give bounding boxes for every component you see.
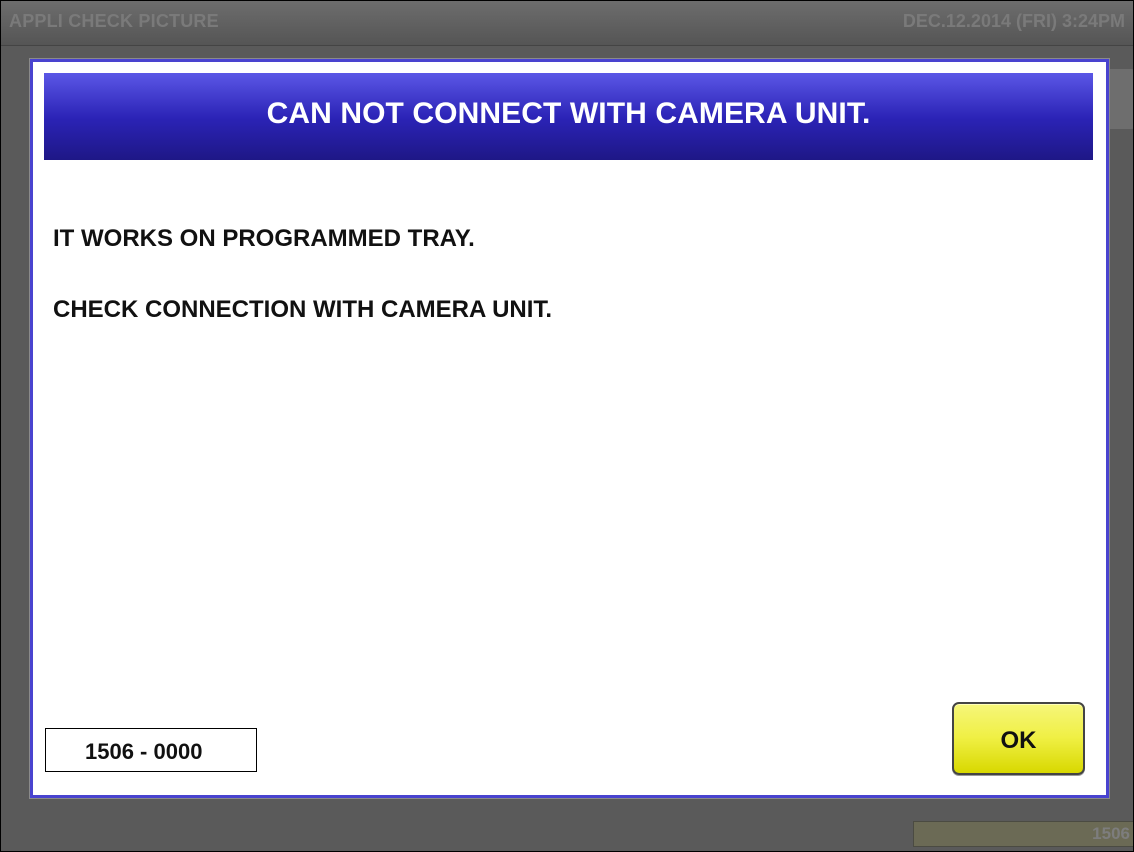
ok-button-label: OK — [1000, 727, 1037, 754]
error-code-box: 1506 - 0000 — [45, 728, 257, 772]
date-time: DEC.12.2014 (FRI) 3:24PM — [902, 11, 1125, 31]
error-code: 1506 - 0000 — [85, 739, 203, 764]
camera-error-dialog: CAN NOT CONNECT WITH CAMERA UNIT. IT WOR… — [30, 59, 1109, 798]
app-title: APPLI CHECK PICTURE — [9, 11, 219, 31]
background-status-box: 1506 — [913, 821, 1133, 847]
dialog-message-line: IT WORKS ON PROGRAMMED TRAY. — [53, 225, 475, 252]
application-screen: APPLI CHECK PICTURE DEC.12.2014 (FRI) 3:… — [0, 0, 1134, 852]
dialog-header: CAN NOT CONNECT WITH CAMERA UNIT. — [44, 73, 1093, 160]
ok-button[interactable]: OK — [952, 702, 1085, 775]
dialog-title: CAN NOT CONNECT WITH CAMERA UNIT. — [266, 97, 871, 130]
background-status-value: 1506 — [1092, 824, 1130, 843]
dialog-message-line: CHECK CONNECTION WITH CAMERA UNIT. — [53, 296, 553, 323]
top-bar: APPLI CHECK PICTURE DEC.12.2014 (FRI) 3:… — [1, 1, 1133, 46]
